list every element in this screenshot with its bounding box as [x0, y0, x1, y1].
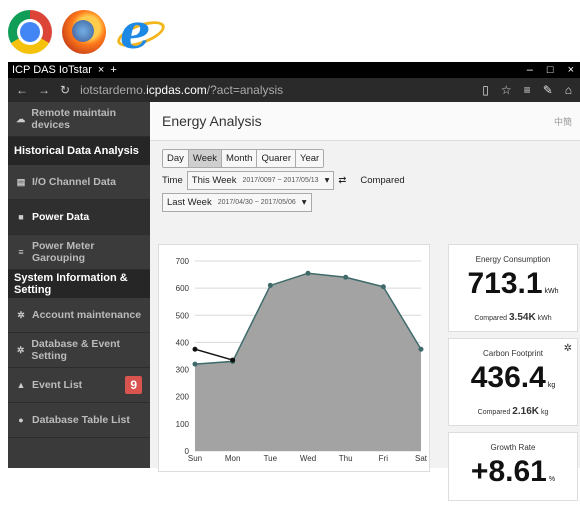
- back-icon[interactable]: ←: [16, 83, 28, 97]
- series-point: [267, 282, 273, 288]
- period-month-button[interactable]: Month: [222, 150, 258, 167]
- kpi-value: 436.4 kg: [470, 361, 556, 394]
- chrome-logo-icon: [8, 10, 52, 54]
- sidebar-item-database-table[interactable]: ● Database Table List: [8, 403, 150, 438]
- close-window-icon[interactable]: ×: [568, 64, 574, 76]
- sidebar-item-event-list[interactable]: ▲ Event List 9: [8, 368, 150, 403]
- language-switch[interactable]: 中簡: [554, 115, 580, 128]
- series-point: [305, 270, 311, 276]
- x-tick-label: Fri: [379, 454, 389, 463]
- minimize-icon[interactable]: –: [527, 64, 533, 76]
- x-tick-label: Tue: [264, 454, 278, 463]
- period-day-button[interactable]: Day: [163, 150, 189, 167]
- series-point: [380, 284, 386, 290]
- series-point: [418, 346, 424, 352]
- swap-icon[interactable]: ⇄: [338, 175, 346, 186]
- sidebar-section-historical: Historical Data Analysis: [8, 137, 150, 165]
- kpi-compared: Compared 3.54K kWh: [474, 312, 552, 323]
- time-label: Time: [162, 175, 183, 186]
- tab-title[interactable]: ICP DAS IoTstar: [12, 64, 92, 76]
- gear-icon: ✲: [16, 344, 25, 355]
- reload-icon[interactable]: ↻: [60, 83, 70, 97]
- energy-chart: 0100200300400500600700Sun Mon Tue Wed Thu Fri…: [176, 257, 428, 463]
- power-icon: ■: [18, 212, 24, 222]
- y-tick-label: 600: [176, 284, 190, 293]
- period-quarter-button[interactable]: Quarer: [257, 150, 297, 167]
- sidebar-item-power-meter-grouping[interactable]: ≡ Power Meter Garouping: [8, 235, 150, 270]
- gear-icon: ✲: [17, 309, 25, 320]
- sidebar-item-account[interactable]: ✲ Account maintenance: [8, 298, 150, 333]
- y-tick-label: 500: [176, 311, 190, 320]
- browser-logos: e: [8, 4, 160, 60]
- filter-controls: Day Week Month Quarer Year Time This Wee…: [150, 141, 580, 212]
- sidebar-item-io-channel[interactable]: ▤ I/O Channel Data: [8, 165, 150, 200]
- web-note-icon[interactable]: ✎: [543, 83, 553, 97]
- kpi-value: 713.1 kWh: [467, 267, 559, 300]
- sidebar-section-system: System Information & Setting: [8, 270, 150, 298]
- series-point: [343, 274, 349, 280]
- event-count-badge: 9: [125, 376, 142, 394]
- kpi-title: Growth Rate: [490, 443, 536, 452]
- firefox-logo-icon: [62, 10, 106, 54]
- ie-logo-icon: e: [116, 4, 160, 60]
- bell-icon: ▲: [16, 380, 26, 390]
- compared-series-point: [230, 357, 236, 363]
- hub-icon[interactable]: ≡: [524, 83, 531, 97]
- compared-label: Compared: [360, 175, 405, 186]
- period-week-button[interactable]: Week: [188, 150, 223, 167]
- dropdown-arrow-icon: ▾: [301, 197, 307, 208]
- kpi-compared: Compared 2.16K kg: [477, 406, 549, 417]
- compared-series-line: [194, 348, 233, 361]
- series-point: [192, 361, 198, 367]
- x-tick-label: Wed: [300, 454, 316, 463]
- io-icon: ▤: [16, 176, 26, 187]
- y-tick-label: 100: [176, 420, 190, 429]
- compared-series-point: [192, 346, 198, 352]
- tab-bar: ICP DAS IoTstar × + – □ ×: [8, 62, 580, 78]
- last-week-select[interactable]: Last Week 2017/04/30 ~ 2017/05/06 ▾: [162, 193, 312, 212]
- kpi-carbon-footprint: ✲ Carbon Footprint 436.4 kg Compared 2.16…: [448, 338, 578, 426]
- sidebar-item-power-data[interactable]: ■ Power Data: [8, 200, 150, 235]
- y-tick-label: 400: [176, 338, 190, 347]
- forward-icon[interactable]: →: [38, 83, 50, 97]
- sidebar-item-remote-maintain[interactable]: ☁ Remote maintain devices: [8, 102, 150, 137]
- share-icon[interactable]: ⌂: [565, 83, 572, 97]
- kpi-title: Energy Consumption: [475, 255, 551, 264]
- main-content: Energy Analysis 中簡 Day Week Month Quarer…: [150, 102, 580, 501]
- gear-icon[interactable]: ✲: [564, 343, 572, 354]
- browser-window: ICP DAS IoTstar × + – □ × ← → ↻ iotstard…: [8, 62, 580, 501]
- kpi-energy-consumption: Energy Consumption 713.1 kWh Compared 3.5…: [448, 244, 578, 332]
- address-bar: ← → ↻ iotstardemo.icpdas.com/?act=analys…: [8, 78, 580, 102]
- kpi-title: Carbon Footprint: [482, 349, 544, 358]
- kpi-growth-rate: Growth Rate +8.61%: [448, 432, 578, 501]
- reading-view-icon[interactable]: ▯: [482, 83, 489, 97]
- period-year-button[interactable]: Year: [296, 150, 324, 167]
- this-week-select[interactable]: This Week 2017/0097 ~ 2017/05/13 ▾: [186, 171, 335, 190]
- x-tick-label: Sun: [188, 454, 202, 463]
- sidebar: ☁ Remote maintain devices Historical Dat…: [8, 102, 150, 468]
- tab-close-icon[interactable]: ×: [98, 64, 104, 76]
- cloud-icon: ☁: [16, 113, 26, 124]
- y-tick-label: 700: [176, 257, 190, 266]
- favorite-star-icon[interactable]: ☆: [501, 83, 512, 97]
- list-icon: ≡: [18, 247, 24, 257]
- x-tick-label: Thu: [339, 454, 353, 463]
- kpi-value: +8.61%: [470, 455, 556, 488]
- page-header: Energy Analysis 中簡: [150, 102, 580, 141]
- url-field[interactable]: iotstardemo.icpdas.com/?act=analysis: [80, 83, 283, 97]
- page-title: Energy Analysis: [162, 113, 262, 129]
- dropdown-arrow-icon: ▾: [324, 175, 330, 186]
- energy-chart-card: 0 100 200 300 400 500 600 700 Sun Mon Tue Wed Thu Fri…: [158, 244, 430, 472]
- info-icon: ●: [18, 415, 24, 425]
- new-tab-icon[interactable]: +: [110, 64, 116, 76]
- x-tick-label: Sat: [415, 454, 428, 463]
- x-tick-label: Mon: [225, 454, 241, 463]
- y-tick-label: 300: [176, 366, 190, 375]
- y-tick-label: 200: [176, 393, 190, 402]
- maximize-icon[interactable]: □: [547, 64, 554, 76]
- sidebar-item-database-event[interactable]: ✲ Database & Event Setting: [8, 333, 150, 368]
- period-selector: Day Week Month Quarer Year: [162, 149, 325, 168]
